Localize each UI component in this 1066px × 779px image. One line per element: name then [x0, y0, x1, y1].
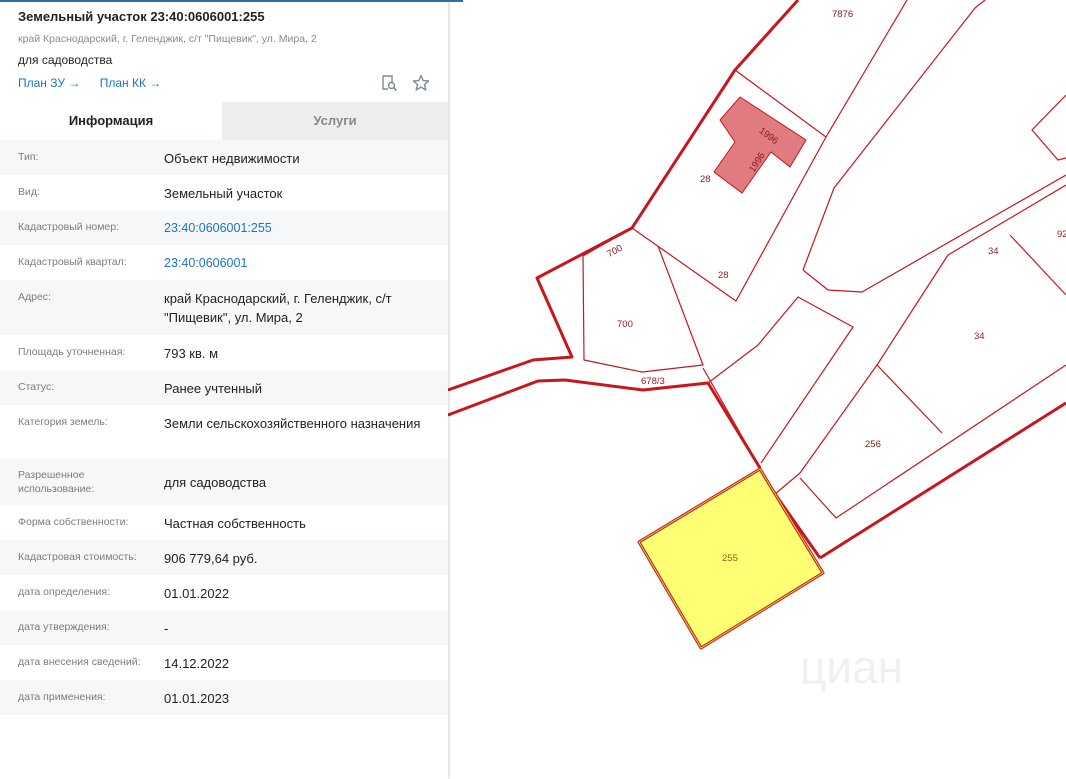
- cadastral-quarter-link[interactable]: 23:40:0606001: [146, 245, 448, 280]
- row-value: 01.01.2023: [164, 691, 230, 706]
- property-row: Площадь уточненная: 793 кв. м: [0, 335, 448, 370]
- plan-kk-link[interactable]: План КК →: [100, 76, 162, 90]
- map-label-34: 34: [974, 331, 985, 342]
- panel-tabs: Информация Услуги: [0, 102, 448, 140]
- row-value: -: [164, 621, 169, 636]
- property-row: Форма собственности: Частная собственнос…: [0, 505, 448, 540]
- row-label: дата утверждения:: [18, 621, 110, 633]
- map-label-256: 256: [865, 439, 881, 450]
- row-value: 906 779,64 руб.: [164, 551, 258, 566]
- map-label-255: 255: [722, 553, 738, 564]
- plan-zu-link[interactable]: План ЗУ →: [18, 76, 80, 90]
- row-label: Форма собственности:: [18, 516, 129, 528]
- row-value: Объект недвижимости: [164, 151, 300, 166]
- property-row: Разрешенное использование: для садоводст…: [0, 458, 448, 505]
- parcel-address: край Краснодарский, г. Геленджик, с/т "П…: [18, 33, 317, 45]
- map-label-28: 28: [718, 270, 729, 281]
- row-value: Ранее учтенный: [164, 381, 262, 396]
- property-row: Тип: Объект недвижимости: [0, 140, 448, 175]
- row-label: Площадь уточненная:: [18, 346, 126, 358]
- row-value: 793 кв. м: [164, 346, 219, 361]
- row-label: Тип:: [18, 151, 39, 163]
- row-label: Статус:: [18, 381, 55, 393]
- tab-services[interactable]: Услуги: [222, 102, 448, 140]
- row-value: для садоводства: [164, 475, 267, 490]
- info-panel: Земельный участок 23:40:0606001:255 край…: [0, 0, 448, 779]
- top-accent-line: [0, 0, 463, 2]
- row-label: Кадастровый квартал:: [18, 256, 127, 268]
- row-value: Земли сельскохозяйственного назначения: [164, 416, 421, 431]
- property-row: Кадастровый квартал: 23:40:0606001: [0, 245, 448, 280]
- property-row: дата применения: 01.01.2023: [0, 680, 448, 715]
- panel-tools: [380, 74, 430, 92]
- property-row: Кадастровый номер: 23:40:0606001:255: [0, 210, 448, 245]
- row-label: Разрешенное использование:: [18, 469, 95, 495]
- tab-information[interactable]: Информация: [0, 102, 222, 140]
- row-label: Кадастровая стоимость:: [18, 551, 137, 563]
- map-label-92: 92: [1057, 229, 1066, 240]
- property-row: Вид: Земельный участок: [0, 175, 448, 210]
- row-value: 01.01.2022: [164, 586, 230, 601]
- row-label: дата применения:: [18, 691, 106, 703]
- parcel-title: Земельный участок 23:40:0606001:255: [18, 9, 265, 24]
- search-document-icon[interactable]: [380, 74, 398, 92]
- parcel-purpose: для садоводства: [18, 53, 113, 67]
- row-label: Кадастровый номер:: [18, 221, 120, 233]
- row-value: Частная собственность: [164, 516, 306, 531]
- star-icon[interactable]: [412, 74, 430, 92]
- cian-watermark: циан: [800, 641, 903, 693]
- row-label: Категория земель:: [18, 416, 108, 428]
- row-value: 14.12.2022: [164, 656, 230, 671]
- property-row: Кадастровая стоимость: 906 779,64 руб.: [0, 540, 448, 575]
- row-label: Вид:: [18, 186, 40, 198]
- map-label-28: 28: [700, 174, 711, 185]
- property-row: Адрес: край Краснодарский, г. Геленджик,…: [0, 280, 448, 335]
- property-row: Категория земель: Земли сельскохозяйстве…: [0, 405, 448, 458]
- cadastral-number-link[interactable]: 23:40:0606001:255: [146, 210, 448, 245]
- row-label: дата внесения сведений:: [18, 656, 141, 668]
- plan-links: План ЗУ → План КК →: [18, 76, 177, 90]
- row-label: Адрес:: [18, 291, 51, 303]
- property-row: дата внесения сведений: 14.12.2022: [0, 645, 448, 680]
- property-table: Тип: Объект недвижимости Вид: Земельный …: [0, 140, 448, 715]
- row-value: край Краснодарский, г. Геленджик, с/т "П…: [164, 291, 392, 325]
- property-row: дата утверждения: -: [0, 610, 448, 645]
- property-row: Статус: Ранее учтенный: [0, 370, 448, 405]
- map-label-34: 34: [988, 246, 999, 257]
- map-label-678-3: 678/3: [641, 376, 665, 387]
- map-label-7876: 7876: [832, 9, 853, 20]
- property-row: дата определения: 01.01.2022: [0, 575, 448, 610]
- row-value: Земельный участок: [164, 186, 283, 201]
- row-label: дата определения:: [18, 586, 111, 598]
- map-label-700: 700: [617, 319, 633, 330]
